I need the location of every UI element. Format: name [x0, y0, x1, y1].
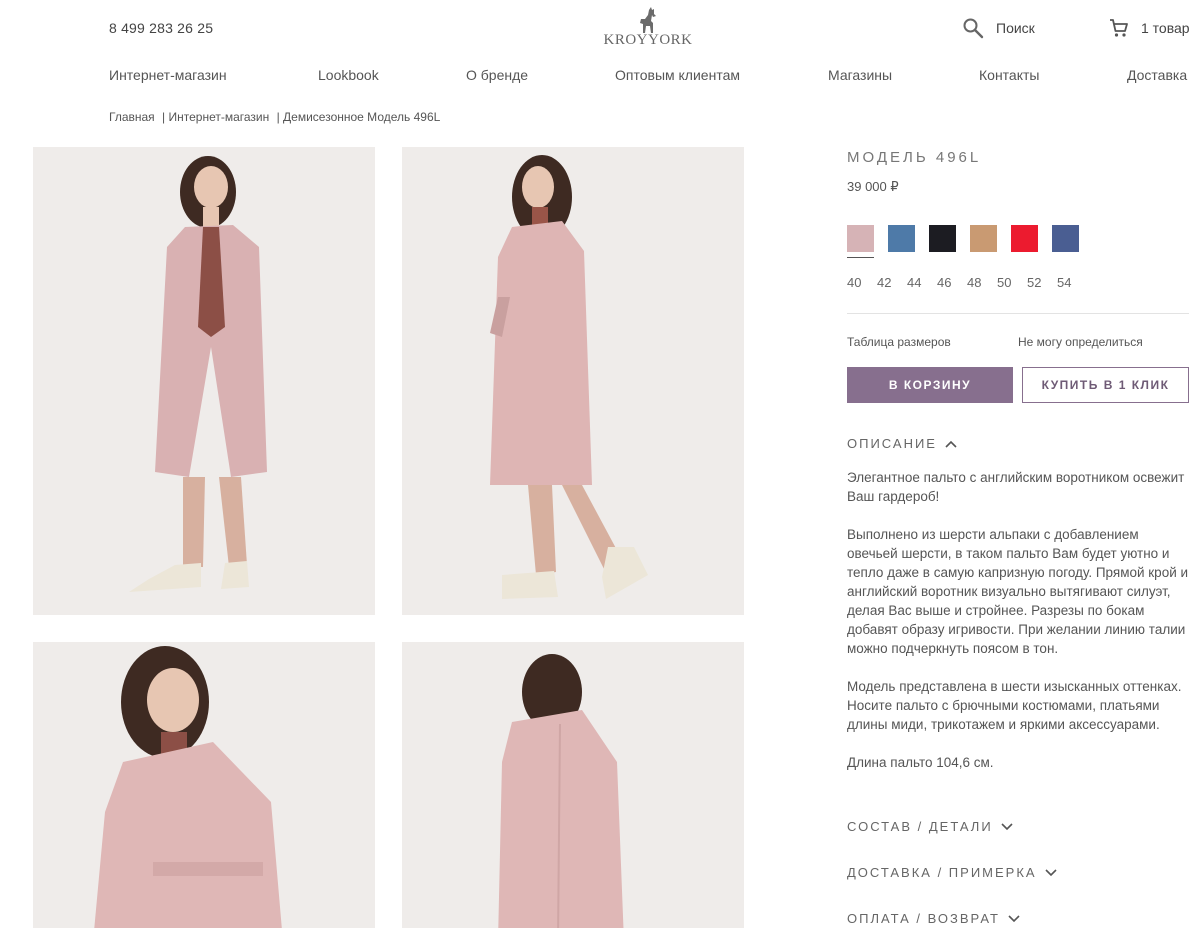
size-option[interactable]: 46: [937, 275, 954, 290]
payment-accordion-header[interactable]: ОПЛАТА / ВОЗВРАТ: [847, 911, 1020, 926]
phone-number[interactable]: 8 499 283 26 25: [109, 20, 213, 36]
product-photo-front[interactable]: [33, 147, 375, 615]
product-photo-side[interactable]: [402, 147, 744, 615]
product-title: МОДЕЛЬ 496L: [847, 149, 982, 166]
description-accordion-header[interactable]: ОПИСАНИЕ: [847, 436, 957, 451]
color-swatch[interactable]: [1011, 225, 1038, 252]
nav-item-delivery[interactable]: Доставка: [1127, 67, 1187, 83]
nav-item-wholesale[interactable]: Оптовым клиентам: [615, 67, 740, 83]
chevron-up-icon: [945, 440, 957, 448]
composition-accordion-header[interactable]: СОСТАВ / ДЕТАЛИ: [847, 819, 1013, 834]
breadcrumb-current: | Демисезонное Модель 496L: [276, 110, 441, 124]
description-heading: ОПИСАНИЕ: [847, 436, 937, 451]
color-swatch[interactable]: [847, 225, 874, 258]
breadcrumb: Главная | Интернет-магазин | Демисезонно…: [109, 110, 444, 124]
chevron-down-icon: [1001, 822, 1013, 830]
payment-heading: ОПЛАТА / ВОЗВРАТ: [847, 911, 1000, 926]
description-paragraph: Модель представлена в шести изысканных о…: [847, 679, 1182, 732]
logo-text: KROYYORK: [603, 32, 693, 48]
chevron-down-icon: [1045, 868, 1057, 876]
size-options: 40 42 44 46 48 50 52 54: [847, 275, 1074, 290]
breadcrumb-shop[interactable]: | Интернет-магазин: [162, 110, 269, 124]
color-swatch[interactable]: [929, 225, 956, 252]
cart-label: 1 товар: [1141, 20, 1190, 36]
composition-heading: СОСТАВ / ДЕТАЛИ: [847, 819, 993, 834]
size-option[interactable]: 54: [1057, 275, 1074, 290]
brand-logo[interactable]: KROYYORK: [598, 6, 698, 49]
size-option[interactable]: 40: [847, 275, 864, 290]
chevron-down-icon: [1008, 914, 1020, 922]
search-label: Поиск: [996, 20, 1035, 36]
delivery-heading: ДОСТАВКА / ПРИМЕРКА: [847, 865, 1037, 880]
size-option[interactable]: 50: [997, 275, 1014, 290]
description-body: Элегантное пальто с английским воротнико…: [847, 468, 1192, 791]
breadcrumb-home[interactable]: Главная: [109, 110, 155, 124]
product-price: 39 000 ₽: [847, 179, 899, 194]
not-sure-link[interactable]: Не могу определиться: [1018, 335, 1143, 349]
delivery-accordion-header[interactable]: ДОСТАВКА / ПРИМЕРКА: [847, 865, 1057, 880]
color-swatch[interactable]: [970, 225, 997, 252]
nav-item-contacts[interactable]: Контакты: [979, 67, 1039, 83]
size-option[interactable]: 44: [907, 275, 924, 290]
search-icon: [963, 18, 984, 39]
size-table-link[interactable]: Таблица размеров: [847, 335, 951, 349]
divider: [847, 313, 1189, 314]
size-option[interactable]: 48: [967, 275, 984, 290]
description-paragraph: Элегантное пальто с английским воротнико…: [847, 470, 1185, 504]
nav-item-stores[interactable]: Магазины: [828, 67, 892, 83]
alpaca-icon: [640, 7, 656, 33]
size-option[interactable]: 42: [877, 275, 894, 290]
nav-item-shop[interactable]: Интернет-магазин: [109, 67, 227, 83]
product-photo-closeup[interactable]: [33, 642, 375, 928]
nav-item-about[interactable]: О бренде: [466, 67, 528, 83]
product-photo-back[interactable]: [402, 642, 744, 928]
color-swatch[interactable]: [888, 225, 915, 252]
add-to-cart-button[interactable]: В КОРЗИНУ: [847, 367, 1013, 403]
color-swatch[interactable]: [1052, 225, 1079, 252]
cart-button[interactable]: 1 товар: [1109, 18, 1190, 38]
nav-item-lookbook[interactable]: Lookbook: [318, 67, 379, 83]
description-paragraph: Выполнено из шерсти альпаки с добавление…: [847, 527, 1189, 656]
color-swatches: [847, 225, 1079, 258]
size-option[interactable]: 52: [1027, 275, 1044, 290]
search-button[interactable]: Поиск: [962, 17, 1035, 39]
buy-one-click-button[interactable]: КУПИТЬ В 1 КЛИК: [1022, 367, 1189, 403]
cart-icon: [1110, 19, 1128, 37]
description-paragraph: Длина пальто 104,6 см.: [847, 755, 994, 770]
